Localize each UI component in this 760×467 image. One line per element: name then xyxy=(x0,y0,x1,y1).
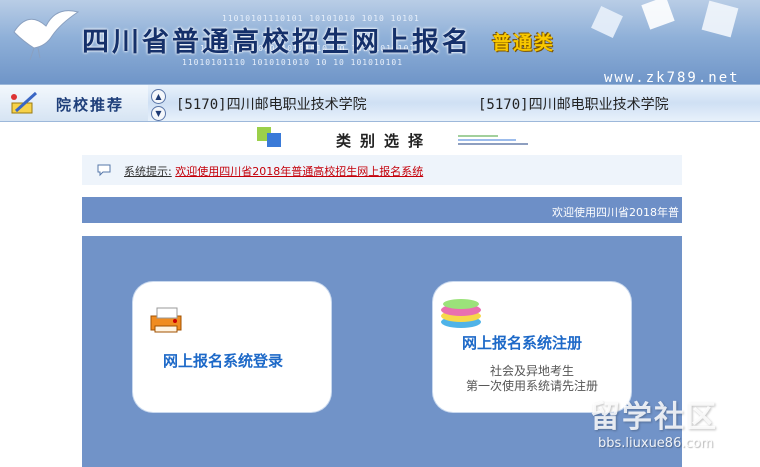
seagull-icon xyxy=(13,10,80,61)
recommend-item-link[interactable]: [5170]四川邮电职业技术学院 xyxy=(478,94,669,114)
login-card[interactable]: 网上报名系统登录 xyxy=(133,282,331,412)
notice-message-link[interactable]: 欢迎使用四川省2018年普通高校招生网上报名系统 xyxy=(175,165,423,178)
scroll-down-button[interactable]: ▼ xyxy=(151,106,166,121)
header-banner: 11010101110101 10101010 1010 10101 11010… xyxy=(0,0,760,84)
system-notice: 系统提示: 欢迎使用四川省2018年普通高校招生网上报名系统 xyxy=(82,155,682,185)
scroll-up-button[interactable]: ▲ xyxy=(151,89,166,104)
category-divider xyxy=(458,135,528,145)
pen-ruler-icon xyxy=(11,91,38,114)
recommend-label-box: 院校推荐 xyxy=(0,85,148,121)
category-header: 类别选择 xyxy=(0,122,760,152)
stacked-books-icon xyxy=(441,299,481,328)
login-button-label[interactable]: 网上报名系统登录 xyxy=(163,350,283,371)
notice-label: 系统提示: xyxy=(124,165,172,178)
page-title: 四川省普通高校招生网上报名 xyxy=(82,27,472,58)
category-subtitle: 普通类 xyxy=(492,32,556,54)
register-button-label[interactable]: 网上报名系统注册 xyxy=(462,332,582,353)
recommend-bar: 院校推荐 ▲ ▼ [5170]四川邮电职业技术学院 [5170]四川邮电职业技术… xyxy=(0,84,760,122)
scroll-controls: ▲ ▼ xyxy=(151,89,166,123)
welcome-scroll-text: 欢迎使用四川省2018年普 xyxy=(552,206,679,219)
watermark-domain: bbs.liuxue86.com xyxy=(598,436,714,451)
notice-text: 系统提示: 欢迎使用四川省2018年普通高校招生网上报名系统 xyxy=(124,163,423,179)
recommend-item-link[interactable]: [5170]四川邮电职业技术学院 xyxy=(176,94,367,114)
site-url: www.zk789.net xyxy=(604,70,740,84)
scrolling-welcome-strip: 欢迎使用四川省2018年普 xyxy=(82,197,682,223)
category-label: 类别选择 xyxy=(336,132,433,150)
printer-icon xyxy=(150,307,182,333)
watermark-brand: 留学社区 xyxy=(590,400,718,435)
recommend-label: 院校推荐 xyxy=(56,96,125,114)
banner-binary-line: 11010101110 1010101010 10 10 101010101 xyxy=(182,58,404,67)
decorative-cubes-icon xyxy=(591,0,739,38)
squares-icon xyxy=(257,127,281,147)
speech-bubble-icon xyxy=(97,164,111,177)
